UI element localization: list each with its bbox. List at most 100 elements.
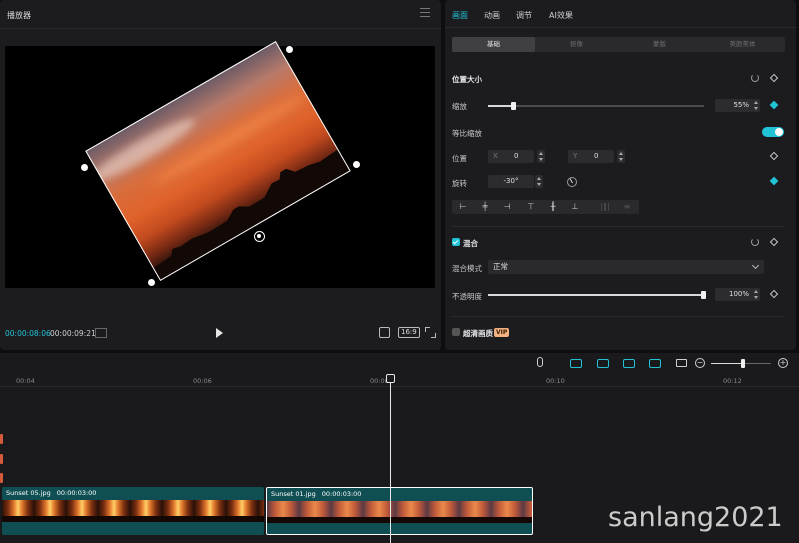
grid-icon[interactable] <box>95 328 107 338</box>
fit-screen-icon[interactable] <box>379 327 390 338</box>
play-icon[interactable] <box>216 328 223 338</box>
clip-name: Sunset 01.jpg <box>271 490 316 498</box>
position-y-stepper[interactable] <box>617 150 625 163</box>
resize-handle-left[interactable] <box>81 164 88 171</box>
clip-header: Sunset 05.jpg 00:00:03:00 <box>2 487 264 499</box>
blend-mode-select[interactable]: 正常 <box>488 260 764 274</box>
chevron-down-icon <box>751 261 760 270</box>
preview-canvas[interactable] <box>5 41 435 288</box>
clip-duration: 00:00:03:00 <box>56 489 97 497</box>
blend-reset-icon[interactable] <box>751 238 759 246</box>
rotate-value[interactable]: -30° <box>488 175 534 188</box>
timeline-clip-selected[interactable]: Sunset 01.jpg 00:00:03:00 <box>266 487 533 535</box>
clip-name: Sunset 05.jpg <box>6 489 51 497</box>
position-y-field[interactable]: Y 0 <box>568 150 614 163</box>
zoom-in-icon[interactable]: + <box>778 358 788 368</box>
inspector-panel: 画面 动画 调节 AI效果 基础 抠像 蒙版 美颜美体 位置大小 缩放 55% … <box>445 0 796 350</box>
uniform-scale-toggle[interactable] <box>762 127 784 137</box>
preview-image-frame[interactable] <box>85 41 351 281</box>
blend-keyframe-icon[interactable] <box>769 237 779 247</box>
blend-checkbox[interactable] <box>452 238 460 246</box>
subtab-beauty[interactable]: 美颜美体 <box>701 37 784 52</box>
fullscreen-icon[interactable] <box>425 327 436 338</box>
uniform-scale-label: 等比缩放 <box>452 129 482 138</box>
aspect-ratio-button[interactable]: 16:9 <box>398 327 420 338</box>
opacity-keyframe-icon[interactable] <box>769 289 779 299</box>
align-toolbar: ⊢ ╪ ⊣ ⊤ ╫ ⊥ |‖| ≡ <box>452 200 639 214</box>
scale-slider[interactable] <box>488 102 704 110</box>
reset-icon[interactable] <box>751 74 759 82</box>
total-timecode: 00:00:09:21 <box>50 329 96 338</box>
subtab-keying[interactable]: 抠像 <box>535 37 618 52</box>
menu-icon[interactable] <box>420 8 430 18</box>
preview-axis-icon[interactable] <box>649 359 661 368</box>
distribute-v-icon: ≡ <box>623 202 631 211</box>
divider <box>452 226 785 227</box>
position-x-field[interactable]: X 0 <box>488 150 534 163</box>
vip-badge: VIP <box>494 328 510 337</box>
align-left-icon[interactable]: ⊢ <box>458 202 468 212</box>
scale-value[interactable]: 55% <box>715 99 753 112</box>
align-right-icon[interactable]: ⊣ <box>502 202 512 212</box>
resize-handle-right[interactable] <box>353 161 360 168</box>
track-marker <box>0 473 3 483</box>
zoom-slider[interactable] <box>711 359 771 368</box>
player-panel: 播放器 00:00:08:06 00:00:09:21 16:9 <box>0 0 441 350</box>
playhead[interactable] <box>390 374 391 543</box>
align-center-v-icon[interactable]: ╫ <box>548 202 558 212</box>
snap-icon[interactable] <box>597 359 609 368</box>
microphone-icon[interactable] <box>537 357 543 367</box>
link-icon[interactable] <box>623 359 635 368</box>
align-center-h-icon[interactable]: ╪ <box>480 202 490 212</box>
keyframe-icon[interactable] <box>769 73 779 83</box>
rotate-handle-icon[interactable] <box>254 231 265 242</box>
align-bottom-icon[interactable]: ⊥ <box>570 202 580 212</box>
player-controls: 00:00:08:06 00:00:09:21 16:9 <box>0 322 441 344</box>
section-blend-title[interactable]: 混合 <box>463 238 478 249</box>
link-main-track-icon[interactable] <box>570 359 582 368</box>
section-position-size-title[interactable]: 位置大小 <box>452 74 482 85</box>
hd-checkbox[interactable] <box>452 328 460 336</box>
position-keyframe-icon[interactable] <box>769 151 779 161</box>
ruler-label: 00:10 <box>546 377 565 385</box>
clip-thumbnails <box>267 501 532 523</box>
rotate-stepper[interactable] <box>535 175 543 188</box>
scale-slider-knob[interactable] <box>510 102 516 110</box>
tab-animation[interactable]: 动画 <box>484 10 500 21</box>
rotate-keyframe-icon[interactable] <box>769 176 779 186</box>
opacity-slider-fill <box>488 294 704 296</box>
opacity-value[interactable]: 100% <box>715 288 753 301</box>
scale-keyframe-icon[interactable] <box>769 100 779 110</box>
timeline-clip[interactable]: Sunset 05.jpg 00:00:03:00 <box>2 487 264 535</box>
tab-ai-effects[interactable]: AI效果 <box>549 10 573 21</box>
align-top-icon[interactable]: ⊤ <box>526 202 536 212</box>
resize-handle-top-right[interactable] <box>286 46 293 53</box>
position-x-stepper[interactable] <box>537 150 545 163</box>
playhead-handle[interactable] <box>386 374 395 383</box>
player-title: 播放器 <box>7 11 31 20</box>
screen-icon[interactable] <box>676 359 687 367</box>
y-axis-label: Y <box>573 152 578 160</box>
opacity-slider-knob[interactable] <box>701 291 706 299</box>
time-ruler[interactable]: 00:04 00:06 00:08 00:10 00:12 <box>0 373 799 387</box>
opacity-label: 不透明度 <box>452 292 482 301</box>
resize-handle-bottom[interactable] <box>148 279 155 286</box>
clip-duration: 00:00:03:00 <box>321 490 362 498</box>
tab-picture[interactable]: 画面 <box>452 10 468 21</box>
opacity-stepper[interactable] <box>752 288 760 301</box>
selection-border <box>85 41 351 281</box>
opacity-slider[interactable] <box>488 291 706 299</box>
clip-header: Sunset 01.jpg 00:00:03:00 <box>267 488 532 500</box>
subtab-mask[interactable]: 蒙版 <box>618 37 701 52</box>
scale-stepper[interactable] <box>752 99 760 112</box>
section-hd-title[interactable]: 超清画质 <box>463 328 493 339</box>
rotate-dial-icon[interactable] <box>567 177 577 187</box>
subtab-basic[interactable]: 基础 <box>452 37 535 52</box>
subtab-bar: 基础 抠像 蒙版 美颜美体 <box>452 37 785 52</box>
track-marker <box>0 454 3 464</box>
zoom-slider-knob[interactable] <box>741 359 745 368</box>
zoom-out-icon[interactable]: − <box>695 358 705 368</box>
tab-adjust[interactable]: 调节 <box>516 10 532 21</box>
blend-mode-value: 正常 <box>493 262 508 271</box>
inspector-tabs: 画面 动画 调节 AI效果 <box>445 0 796 28</box>
